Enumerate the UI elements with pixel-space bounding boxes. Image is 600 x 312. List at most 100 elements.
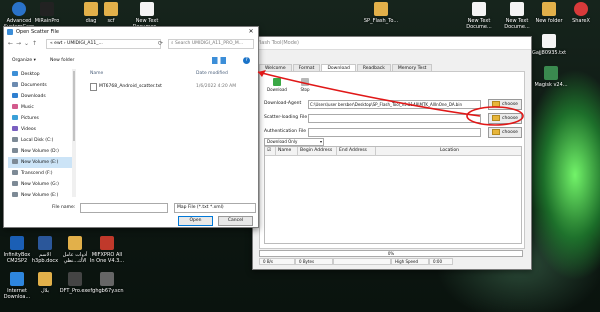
col-name-header[interactable]: Name <box>90 71 103 76</box>
up-arrow-icon[interactable]: ↑ <box>32 40 37 47</box>
col-begin-address: Begin Address <box>298 147 337 155</box>
status-time: 0:00 <box>429 258 453 265</box>
choose-da-button[interactable]: choose <box>488 99 522 110</box>
desktop-icon-gajj[interactable]: Gajj80935.txt <box>530 34 568 56</box>
col-end-address: End Address <box>337 147 376 155</box>
folder-icon <box>492 114 500 121</box>
desktop-icon-new-text-2[interactable]: New Text Docume... <box>460 2 498 30</box>
nav-tree-item[interactable]: Pictures <box>8 113 72 124</box>
address-bar[interactable]: « ewt › UMIDIGI_A11_... <box>46 39 161 49</box>
text-file-icon <box>90 83 97 91</box>
folder-icon <box>492 128 500 135</box>
desktop-icon-magisk[interactable]: Magisk v24... <box>532 66 570 88</box>
nav-tree-item[interactable]: Desktop <box>8 69 72 80</box>
search-input[interactable]: ⌕ Search UMIDIGI_A11_PRO_M... <box>168 39 254 49</box>
infinitybox-icon <box>10 236 24 250</box>
choose-label: choose <box>502 130 518 135</box>
sharex-icon <box>574 2 588 16</box>
apk-icon <box>544 66 558 80</box>
progress-bar: 0% <box>259 250 523 257</box>
nav-tree-item[interactable]: Documents <box>8 80 72 91</box>
choose-auth-button[interactable]: choose <box>488 127 522 138</box>
nav-tree-item-label: Transcend (F:) <box>21 171 53 176</box>
folder-icon <box>68 236 82 250</box>
nav-tree-item-label: New Volume (D:) <box>21 149 59 154</box>
download-agent-label: Download-Agent <box>264 101 302 106</box>
choose-label: choose <box>502 116 518 121</box>
new-folder-button[interactable]: New folder <box>50 58 74 63</box>
chevron-down-icon[interactable]: ⌄ <box>24 40 29 47</box>
help-icon[interactable]: ? <box>243 57 250 64</box>
view-options-icon[interactable] <box>212 57 226 64</box>
mirain-icon <box>40 2 54 16</box>
nav-tree-item[interactable]: Transcend (F:) <box>8 168 72 179</box>
drive-folder-icon <box>12 126 18 131</box>
drive-folder-icon <box>12 148 18 153</box>
nav-tree-item[interactable]: New Volume (E:) <box>8 190 72 201</box>
file-date: 1/6/2022 4:20 AM <box>196 84 237 89</box>
auth-file-label: Authentication File <box>264 129 306 134</box>
desktop-icon-label: Magisk v24... <box>534 82 568 88</box>
desktop-icon-scf[interactable]: scf <box>92 2 130 24</box>
drive-folder-icon <box>12 170 18 175</box>
search-placeholder: Search UMIDIGI_A11_PRO_M... <box>174 41 244 46</box>
desktop-icon-label: SP_Flash_To... <box>363 18 399 24</box>
file-type-select[interactable]: Map File (*.txt *.xml) <box>174 203 256 213</box>
dialog-navigation: ← → ⌄ ↑ « ewt › UMIDIGI_A11_... ⟳ ⌕ Sear… <box>8 39 254 49</box>
file-name-input[interactable] <box>80 203 168 213</box>
download-mode-select[interactable]: Download Only ▾ <box>264 138 324 146</box>
back-icon[interactable]: ← <box>8 40 13 47</box>
desktop-icon-miranpro[interactable]: MiRainPro <box>28 2 66 24</box>
nav-tree-item[interactable]: Music <box>8 102 72 113</box>
nav-tree-item[interactable]: New Volume (E:) <box>8 157 72 168</box>
nav-tree-item[interactable]: Local Disk (C:) <box>8 135 72 146</box>
desktop-icon-fghgb[interactable]: fghgb67y.scn <box>88 272 126 294</box>
open-button[interactable]: Open <box>178 216 213 226</box>
choose-scatter-button[interactable]: choose <box>488 113 522 124</box>
status-area: 0% 0 B/s 0 Bytes High Speed 0:00 <box>259 250 523 265</box>
close-icon[interactable]: ✕ <box>244 27 258 37</box>
folder-icon <box>374 2 388 16</box>
text-file-icon <box>140 2 154 16</box>
nav-tree-item[interactable]: New Volume (D:) <box>8 146 72 157</box>
refresh-icon[interactable]: ⟳ <box>158 40 163 47</box>
select-all-checkbox[interactable]: ☑ <box>265 147 276 155</box>
drive-folder-icon <box>12 159 18 164</box>
idm-icon <box>10 272 24 286</box>
navigation-scrollbar[interactable] <box>72 69 76 197</box>
stop-button-label: Stop <box>300 87 310 92</box>
desktop-icon-label: fghgb67y.scn <box>90 288 124 294</box>
word-file-icon <box>38 236 52 250</box>
cancel-button[interactable]: Cancel <box>218 216 253 226</box>
forward-icon[interactable]: → <box>16 40 21 47</box>
desktop-icon-sharex[interactable]: ShareX <box>562 2 600 24</box>
col-name: Name <box>276 147 298 155</box>
download-button-label: Download <box>267 87 287 92</box>
nav-tree-item[interactable]: Videos <box>8 124 72 135</box>
file-row[interactable]: MT6768_Android_scatter.txt 1/6/2022 4:20… <box>80 82 256 91</box>
organize-button[interactable]: Organize ▾ <box>12 58 36 63</box>
desktop-icon-label: New Text Docume... <box>466 18 492 30</box>
nav-tree-item-label: Downloads <box>21 94 46 99</box>
exe-icon <box>68 272 82 286</box>
desktop-icon-sp-flash-tool[interactable]: SP_Flash_To... <box>362 2 400 24</box>
scatter-file-field[interactable] <box>308 114 481 123</box>
drive-folder-icon <box>12 192 18 197</box>
download-button[interactable]: Download <box>266 78 288 92</box>
desktop-icon-label: MiRainPro <box>34 18 60 24</box>
nav-tree-item[interactable]: Downloads <box>8 91 72 102</box>
folder-icon <box>492 100 500 107</box>
desktop-icon-mifxpro[interactable]: MIFXPRO All In One V4.3... <box>88 236 126 264</box>
drive-folder-icon <box>12 93 18 98</box>
auth-file-field[interactable] <box>308 128 481 137</box>
scrollbar-thumb[interactable] <box>73 71 75 141</box>
nav-tree-item[interactable]: New Volume (G:) <box>8 179 72 190</box>
stop-button[interactable]: Stop <box>294 78 316 92</box>
download-agent-field[interactable]: C:\Users\user bersber\Desktop\SP_Flash_T… <box>308 100 481 109</box>
flash-tool-title: Flash Tool(Mode) <box>253 37 531 50</box>
dialog-title: Open Scatter File <box>16 29 59 35</box>
nav-tree-item-label: Documents <box>21 83 47 88</box>
nav-tree-item-label: Pictures <box>21 116 39 121</box>
col-date-header[interactable]: Date modified <box>196 71 228 76</box>
partition-table-header: ☑ Name Begin Address End Address Locatio… <box>265 147 521 156</box>
